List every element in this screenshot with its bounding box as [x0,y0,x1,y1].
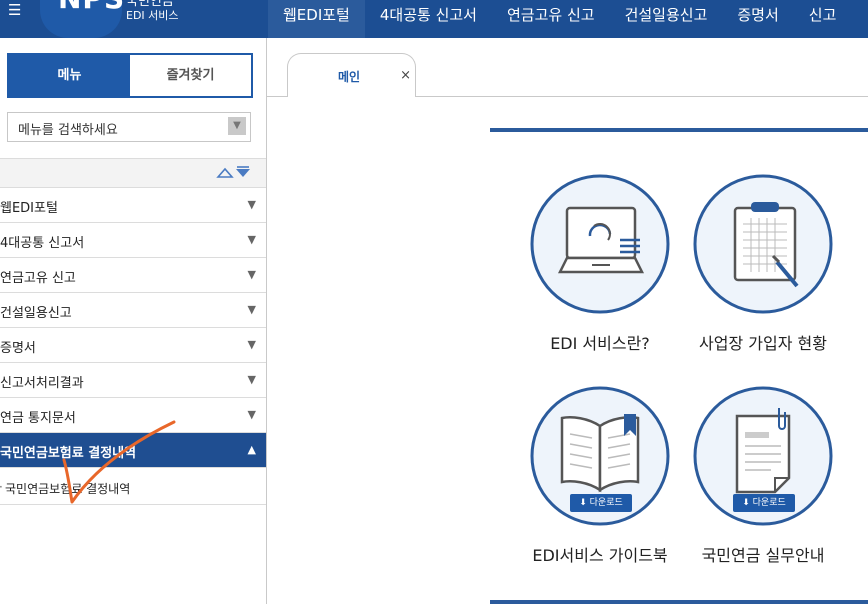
content-bottom-rule [490,600,868,604]
card-label: 사업장 가입자 현황 [699,334,827,353]
sidebar-item-common-reports[interactable]: 4대공통 신고서 ▼ [0,223,266,258]
chevron-down-icon: ▼ [247,373,256,386]
clipboard-icon [693,174,833,314]
download-button[interactable]: ⬇ 다운로드 [733,494,795,512]
sidebar-item-construction-reports[interactable]: 건설일용신고 ▼ [0,293,266,328]
logo[interactable]: NPS 국민연금 EDI 서비스 [40,0,270,38]
chevron-down-icon: ▼ [247,408,256,421]
download-button[interactable]: ⬇ 다운로드 [570,494,632,512]
sidebar: 메뉴 즐겨찾기 메뉴를 검색하세요 ▼ 웹EDI포털 ▼ 4대공통 신고서 ▼ … [0,38,267,604]
sidebar-item-label: 증명서 [0,341,36,356]
chevron-down-icon: ▼ [247,268,256,281]
download-label: 다운로드 [752,498,786,508]
nav-reports-more[interactable]: 신고 [794,0,852,38]
tab-menu[interactable]: 메뉴 [9,55,130,96]
tab-main[interactable]: 메인 × [287,53,416,97]
logo-subtitle: EDI 서비스 [126,9,179,22]
logo-text: NPS [58,0,125,15]
card-subscriber-status[interactable]: 사업장 가입자 현황 [688,174,838,364]
expand-collapse-icon[interactable] [216,166,252,183]
content-top-rule [490,128,868,132]
card-label: EDI 서비스란? [550,334,650,353]
chevron-down-icon: ▼ [247,338,256,351]
tab-main-label: 메인 [338,70,361,84]
top-navigation-bar: ☰ NPS 국민연금 EDI 서비스 웹EDI포털 4대공통 신고서 연금고유 … [0,0,868,38]
nav-web-edi-portal[interactable]: 웹EDI포털 [268,0,365,38]
download-label: 다운로드 [589,498,623,508]
card-label: 국민연금 실무안내 [701,546,825,565]
card-label: EDI서비스 가이드북 [532,546,668,565]
card-pension-practice-guide[interactable]: ⬇ 다운로드 국민연금 실무안내 [688,386,838,576]
laptop-icon [530,174,670,314]
tree-toolbar [0,158,266,188]
checkmark-annotation [62,420,176,504]
sidebar-item-label: 건설일용신고 [0,306,72,321]
chevron-down-icon: ▼ [247,198,256,211]
sidebar-item-label: 연금고유 신고 [0,271,76,286]
main-nav: 웹EDI포털 4대공통 신고서 연금고유 신고 건설일용신고 증명서 신고 [268,0,851,38]
sidebar-item-report-results[interactable]: 신고서처리결과 ▼ [0,363,266,398]
close-icon[interactable]: × [400,68,411,83]
sidebar-tabs: 메뉴 즐겨찾기 [7,53,253,98]
sidebar-item-certificates[interactable]: 증명서 ▼ [0,328,266,363]
menu-search-placeholder: 메뉴를 검색하세요 [18,123,118,138]
sidebar-item-web-edi-portal[interactable]: 웹EDI포털 ▼ [0,188,266,223]
nav-certificates[interactable]: 증명서 [722,0,793,38]
card-edi-guidebook[interactable]: ⬇ 다운로드 EDI서비스 가이드북 [525,386,675,576]
nav-common-reports[interactable]: 4대공통 신고서 [365,0,492,38]
chevron-up-icon: ▲ [247,443,256,456]
bullet-icon: · [0,480,3,494]
tab-favorites[interactable]: 즐겨찾기 [130,55,251,96]
sidebar-item-label: 신고서처리결과 [0,376,84,391]
sidebar-item-label: 웹EDI포털 [0,201,58,216]
hamburger-icon[interactable]: ☰ [8,3,21,18]
sidebar-item-pension-reports[interactable]: 연금고유 신고 ▼ [0,258,266,293]
sidebar-item-label: 4대공통 신고서 [0,236,85,251]
menu-search-select[interactable]: 메뉴를 검색하세요 ▼ [7,112,251,142]
chevron-down-icon: ▼ [247,303,256,316]
nav-pension-reports[interactable]: 연금고유 신고 [492,0,610,38]
chevron-down-icon[interactable]: ▼ [228,117,246,135]
card-edi-service[interactable]: EDI 서비스란? [525,174,675,364]
chevron-down-icon: ▼ [247,233,256,246]
nav-construction-reports[interactable]: 건설일용신고 [610,0,723,38]
